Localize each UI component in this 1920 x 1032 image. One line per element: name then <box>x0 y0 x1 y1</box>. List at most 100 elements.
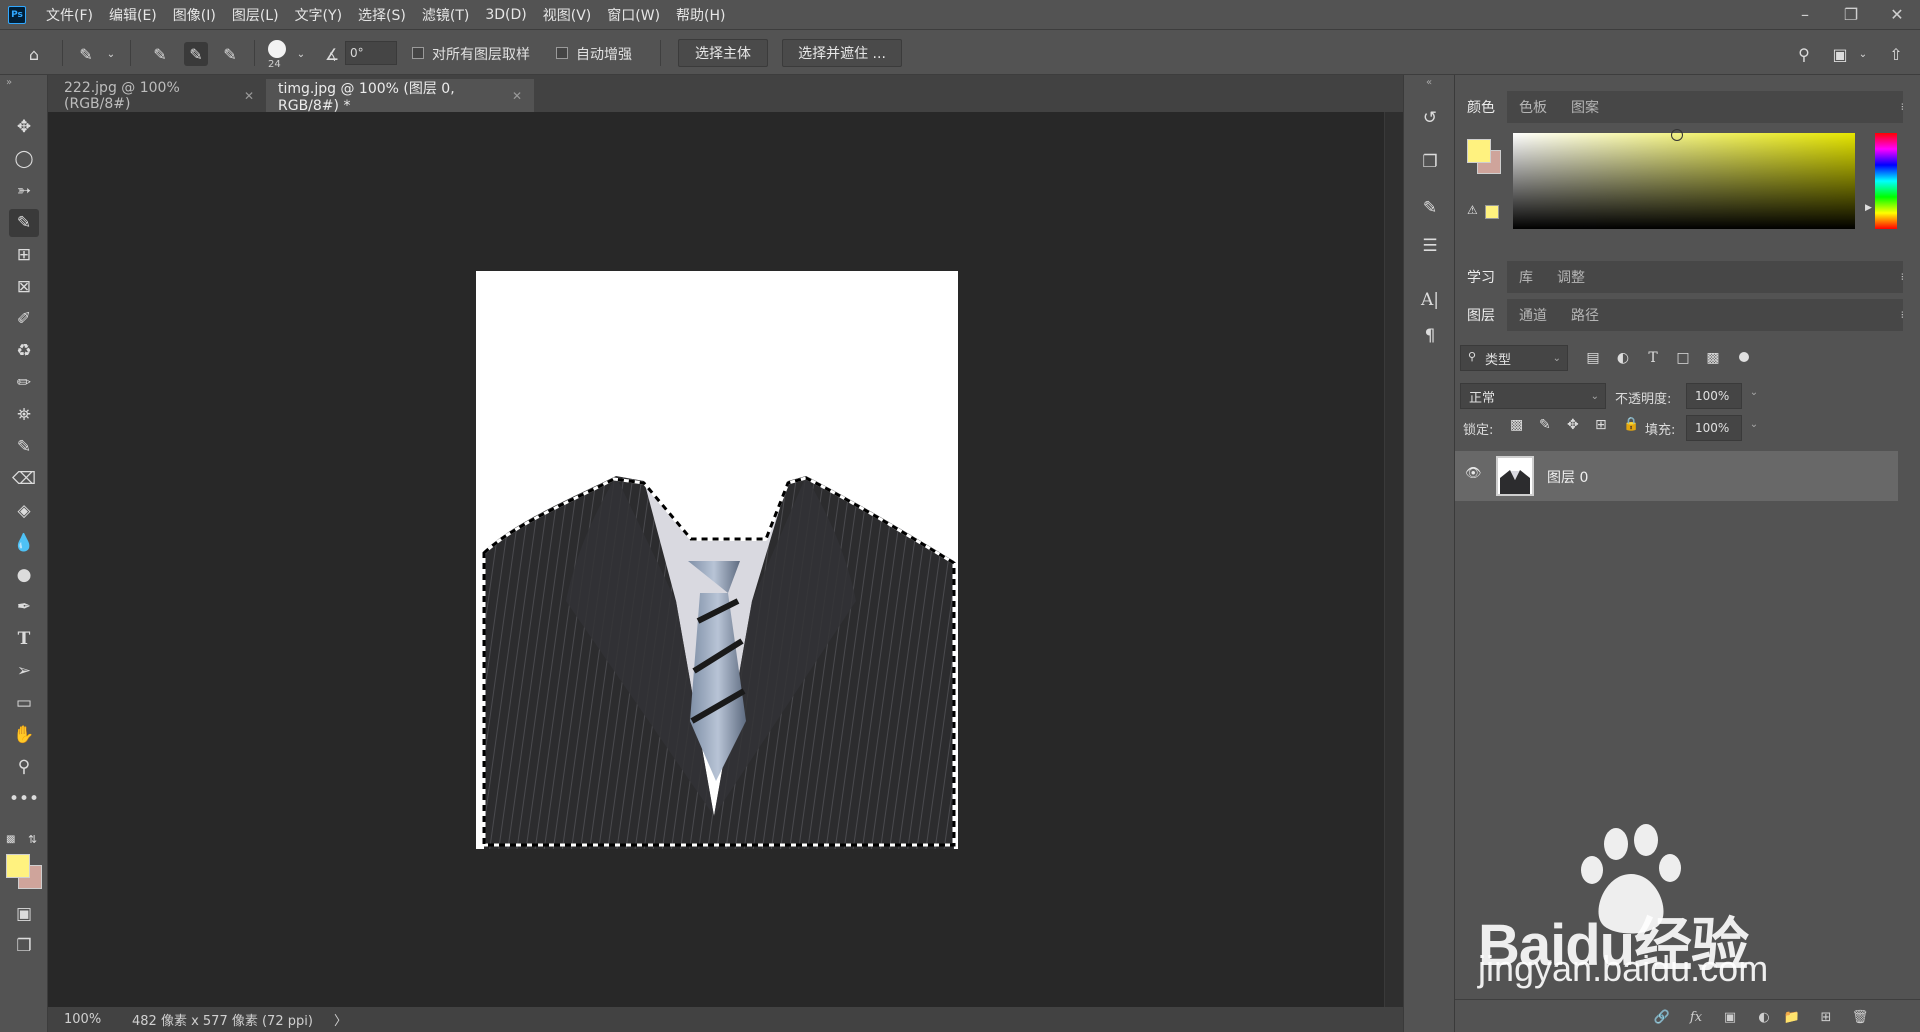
tab-learn[interactable]: 学习 <box>1455 261 1507 293</box>
trash-icon[interactable]: 🗑 <box>1849 1006 1871 1028</box>
menu-help[interactable]: 帮助(H) <box>668 5 733 25</box>
brush-settings-icon[interactable]: ✎ <box>1417 195 1443 221</box>
chevron-down-icon[interactable]: ⌄ <box>104 42 118 66</box>
adjustment-layer-filter-icon[interactable]: ◐ <box>1613 348 1633 368</box>
gamut-color-swatch[interactable] <box>1485 205 1499 219</box>
layer-filter-kind-dropdown[interactable]: ⚲ 类型 ⌄ <box>1460 345 1568 371</box>
quick-selection-tool-icon[interactable]: ✎ <box>9 209 39 237</box>
folder-icon[interactable]: 📁 <box>1781 1006 1803 1028</box>
paint-bucket-tool-icon[interactable]: ◈ <box>9 497 39 525</box>
more-tools-icon[interactable]: ••• <box>9 785 39 813</box>
character-icon[interactable]: A| <box>1417 287 1443 313</box>
select-subject-button[interactable]: 选择主体 <box>678 39 768 67</box>
tab-color[interactable]: 颜色 <box>1455 91 1507 123</box>
collapse-toolbar-icon[interactable]: » <box>6 77 12 88</box>
workspace-chevron-icon[interactable]: ⌄ <box>1856 42 1870 66</box>
opacity-chevron-icon[interactable]: ⌄ <box>1745 387 1763 405</box>
menu-filter[interactable]: 滤镜(T) <box>414 5 477 25</box>
menu-view[interactable]: 视图(V) <box>535 5 600 25</box>
filter-toggle-icon[interactable] <box>1739 352 1749 362</box>
out-of-gamut-warning-icon[interactable]: ⚠ <box>1467 203 1478 217</box>
lasso-tool-icon[interactable]: ➳ <box>9 177 39 205</box>
healing-brush-tool-icon[interactable]: ♻ <box>9 337 39 365</box>
opacity-input[interactable]: 100% <box>1686 383 1742 409</box>
close-tab-icon[interactable]: ✕ <box>512 89 522 103</box>
hue-slider[interactable] <box>1875 133 1897 229</box>
shape-layer-filter-icon[interactable]: □ <box>1673 348 1693 368</box>
visibility-eye-icon[interactable]: 👁 <box>1465 466 1482 481</box>
properties-icon[interactable]: ☰ <box>1417 233 1443 259</box>
new-layer-icon[interactable]: ⊞ <box>1815 1006 1837 1028</box>
blur-tool-icon[interactable]: 💧 <box>9 529 39 557</box>
select-and-mask-button[interactable]: 选择并遮住 ... <box>782 39 902 67</box>
adjustment-icon[interactable]: ◐ <box>1753 1006 1775 1028</box>
3d-icon[interactable]: ❐ <box>1417 149 1443 175</box>
fill-chevron-icon[interactable]: ⌄ <box>1745 419 1763 437</box>
zoom-level[interactable]: 100% <box>48 1012 120 1027</box>
type-layer-filter-icon[interactable]: T <box>1643 348 1663 368</box>
fill-input[interactable]: 100% <box>1686 415 1742 441</box>
quick-mask-icon[interactable]: ▣ <box>9 900 39 928</box>
brush-tool-icon[interactable]: ✏ <box>9 369 39 397</box>
pen-tool-icon[interactable]: ✒ <box>9 593 39 621</box>
eyedropper-tool-icon[interactable]: ✐ <box>9 305 39 333</box>
swap-colors-icon[interactable]: ⇅ <box>28 833 37 846</box>
history-icon[interactable]: ↺ <box>1417 105 1443 131</box>
smart-object-filter-icon[interactable]: ▩ <box>1703 348 1723 368</box>
default-colors-icon[interactable]: ▩ <box>6 834 15 845</box>
tab-adjustments[interactable]: 调整 <box>1545 261 1597 293</box>
dodge-tool-icon[interactable]: ● <box>9 561 39 589</box>
type-tool-icon[interactable]: T <box>9 625 39 653</box>
crop-tool-icon[interactable]: ⊞ <box>9 241 39 269</box>
menu-type[interactable]: 文字(Y) <box>287 5 350 25</box>
expand-dock-icon[interactable]: « <box>1426 77 1432 88</box>
minimize-icon[interactable]: – <box>1782 0 1828 29</box>
lock-all-icon[interactable]: 🔒 <box>1623 417 1639 432</box>
new-selection-brush-icon[interactable]: ✎ <box>148 42 172 66</box>
restore-icon[interactable]: ❐ <box>1828 0 1874 29</box>
tab-swatches[interactable]: 色板 <box>1507 91 1559 123</box>
brush-tip-icon[interactable] <box>268 40 286 58</box>
mask-icon[interactable]: ▣ <box>1719 1006 1741 1028</box>
clone-stamp-tool-icon[interactable]: ⛯ <box>9 401 39 429</box>
document-canvas[interactable] <box>476 271 958 849</box>
foreground-color-swatch[interactable] <box>1467 139 1491 163</box>
angle-input[interactable]: 0° <box>345 41 397 65</box>
layer-name[interactable]: 图层 0 <box>1547 467 1588 487</box>
close-tab-icon[interactable]: ✕ <box>244 89 254 103</box>
tab-channels[interactable]: 通道 <box>1507 299 1559 331</box>
color-field[interactable] <box>1513 133 1855 229</box>
home-icon[interactable]: ⌂ <box>22 42 46 66</box>
vertical-scrollbar[interactable] <box>1384 112 1403 1007</box>
path-selection-tool-icon[interactable]: ➢ <box>9 657 39 685</box>
tab-layers[interactable]: 图层 <box>1455 299 1507 331</box>
lock-transparent-pixels-icon[interactable]: ▩ <box>1510 417 1523 433</box>
eraser-tool-icon[interactable]: ⌫ <box>9 465 39 493</box>
lock-position-icon[interactable]: ✥ <box>1567 417 1579 433</box>
fx-icon[interactable]: fx <box>1685 1006 1707 1028</box>
search-icon[interactable]: ⚲ <box>1792 42 1816 66</box>
close-icon[interactable]: ✕ <box>1874 0 1920 29</box>
tab-libraries[interactable]: 库 <box>1507 261 1545 293</box>
screen-mode-icon[interactable]: ❐ <box>9 932 39 960</box>
hand-tool-icon[interactable]: ✋ <box>9 721 39 749</box>
subtract-from-selection-brush-icon[interactable]: ✎ <box>218 42 242 66</box>
auto-enhance-checkbox[interactable] <box>556 47 568 59</box>
tab-timg-jpg[interactable]: timg.jpg @ 100% (图层 0, RGB/8#) * ✕ <box>266 79 534 114</box>
status-menu-arrow[interactable]: 〉 <box>320 1010 347 1029</box>
blend-mode-dropdown[interactable]: 正常 ⌄ <box>1460 383 1606 409</box>
share-icon[interactable]: ⇧ <box>1884 42 1908 66</box>
menu-select[interactable]: 选择(S) <box>350 5 414 25</box>
hue-slider-handle-icon[interactable]: ▶ <box>1865 203 1872 213</box>
add-to-selection-brush-icon[interactable]: ✎ <box>184 42 208 66</box>
quick-selection-preset-icon[interactable]: ✎ <box>74 42 98 66</box>
lock-image-pixels-icon[interactable]: ✎ <box>1539 417 1551 433</box>
menu-edit[interactable]: 编辑(E) <box>101 5 165 25</box>
tab-patterns[interactable]: 图案 <box>1559 91 1611 123</box>
link-icon[interactable]: 🔗 <box>1651 1006 1673 1028</box>
history-brush-tool-icon[interactable]: ✎ <box>9 433 39 461</box>
paragraph-icon[interactable]: ¶ <box>1417 323 1443 349</box>
sample-all-layers-checkbox[interactable] <box>412 47 424 59</box>
rectangle-tool-icon[interactable]: ▭ <box>9 689 39 717</box>
foreground-color-swatch[interactable] <box>6 854 30 878</box>
